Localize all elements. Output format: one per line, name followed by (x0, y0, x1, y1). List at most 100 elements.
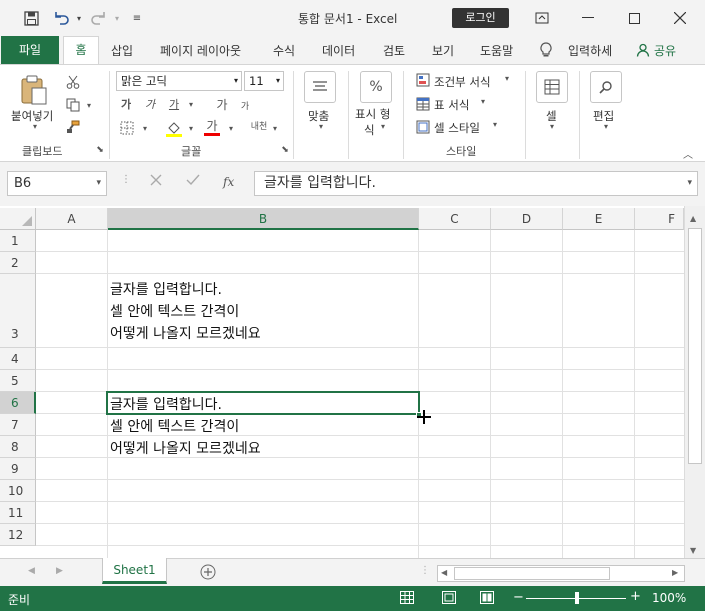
page-layout-view-icon[interactable] (442, 591, 456, 607)
insert-function-button[interactable]: fx (223, 175, 234, 189)
zoom-out-icon[interactable]: − (513, 590, 524, 605)
phonetic-guide-button[interactable]: 내천 (248, 117, 270, 133)
row-header-12[interactable]: 12 (0, 524, 36, 546)
column-header-a[interactable]: A (36, 208, 108, 230)
undo-icon[interactable] (52, 9, 70, 27)
collapse-ribbon-icon[interactable]: ︿ (682, 147, 694, 161)
row-header-5[interactable]: 5 (0, 370, 36, 392)
redo-icon[interactable] (90, 9, 108, 27)
formula-input[interactable]: 글자를 입력합니다. ▾ (254, 171, 698, 196)
paste-icon[interactable] (18, 73, 50, 107)
font-launcher-icon[interactable]: ⬊ (280, 145, 290, 155)
normal-view-icon[interactable] (400, 591, 414, 607)
clipboard-launcher-icon[interactable]: ⬊ (95, 145, 105, 155)
copy-icon[interactable] (64, 96, 82, 114)
alignment-icon[interactable] (304, 71, 336, 103)
worksheet-grid[interactable]: A B C D E F 1 2 3 4 5 6 7 8 9 10 11 12 글… (0, 206, 705, 558)
row-header-11[interactable]: 11 (0, 502, 36, 524)
redo-dropdown-icon[interactable]: ▾ (108, 9, 126, 27)
copy-dropdown-icon[interactable]: ▾ (84, 96, 94, 114)
save-icon[interactable] (22, 9, 40, 27)
maximize-icon[interactable] (618, 6, 650, 30)
table-format-button[interactable]: 표 서식 (434, 97, 469, 113)
sheet-prev-icon[interactable]: ◀ (28, 566, 35, 576)
underline-dropdown-icon[interactable]: ▾ (186, 95, 196, 113)
paste-dropdown-icon[interactable]: ▾ (30, 122, 40, 131)
grow-font-button[interactable]: 가 (214, 95, 230, 113)
row-header-10[interactable]: 10 (0, 480, 36, 502)
column-header-c[interactable]: C (419, 208, 491, 230)
login-button[interactable]: 로그인 (452, 8, 509, 28)
underline-button[interactable]: 가 (166, 95, 182, 113)
name-box[interactable]: B6 ▾ (7, 171, 107, 196)
row-header-9[interactable]: 9 (0, 458, 36, 480)
horizontal-scroll-thumb[interactable] (454, 567, 610, 580)
number-format-icon[interactable]: % (360, 71, 392, 103)
close-icon[interactable] (664, 6, 696, 30)
row-header-4[interactable]: 4 (0, 348, 36, 370)
sheet-next-icon[interactable]: ▶ (56, 566, 63, 576)
scroll-right-icon[interactable]: ▶ (672, 568, 678, 577)
font-color-dropdown-icon[interactable]: ▾ (226, 119, 236, 137)
tab-insert[interactable]: 삽입 (111, 42, 133, 59)
row-header-6[interactable]: 6 (0, 392, 36, 414)
cells-icon[interactable] (536, 71, 568, 103)
zoom-in-icon[interactable]: + (630, 589, 641, 604)
tab-page-layout[interactable]: 페이지 레이아웃 (160, 42, 241, 59)
vertical-scrollbar[interactable]: ▲ ▼ (684, 206, 705, 558)
expand-formula-icon[interactable]: ▾ (687, 172, 692, 195)
cell-styles-dropdown-icon[interactable]: ▾ (490, 120, 500, 129)
table-format-icon[interactable] (414, 95, 432, 113)
tab-split-icon[interactable]: ⋮ (420, 565, 430, 576)
font-size-select[interactable]: 11 ▾ (244, 71, 284, 91)
select-all-corner[interactable] (0, 208, 36, 230)
conditional-format-icon[interactable] (414, 71, 432, 89)
alignment-dropdown-icon[interactable]: ▾ (316, 122, 326, 131)
italic-button[interactable]: 가 (142, 95, 158, 113)
tab-home[interactable]: 홈 (63, 36, 99, 65)
lightbulb-icon[interactable] (540, 42, 552, 61)
page-break-view-icon[interactable] (480, 591, 494, 607)
add-sheet-icon[interactable] (200, 564, 216, 583)
cells-dropdown-icon[interactable]: ▾ (547, 122, 557, 131)
ribbon-display-options-icon[interactable] (526, 6, 558, 30)
tell-me-input[interactable]: 입력하세 (568, 42, 612, 59)
fill-color-dropdown-icon[interactable]: ▾ (186, 119, 196, 137)
sheet-tab-sheet1[interactable]: Sheet1 (102, 558, 167, 584)
borders-icon[interactable] (118, 119, 136, 137)
cell-styles-button[interactable]: 셀 스타일 (434, 120, 480, 136)
row-header-1[interactable]: 1 (0, 230, 36, 252)
column-header-d[interactable]: D (491, 208, 563, 230)
number-format-button-line2[interactable]: 식 (364, 122, 375, 138)
zoom-slider-thumb[interactable] (575, 592, 579, 604)
phonetic-dropdown-icon[interactable]: ▾ (270, 119, 280, 137)
scroll-down-icon[interactable]: ▼ (690, 546, 696, 555)
customize-qat-icon[interactable]: ≡ (128, 9, 146, 27)
row-header-8[interactable]: 8 (0, 436, 36, 458)
tab-data[interactable]: 데이터 (322, 42, 355, 59)
tab-file[interactable]: 파일 (1, 36, 59, 64)
column-header-e[interactable]: E (563, 208, 635, 230)
minimize-icon[interactable] (572, 6, 604, 30)
editing-dropdown-icon[interactable]: ▾ (601, 122, 611, 131)
horizontal-scrollbar[interactable]: ◀ ▶ (437, 565, 685, 582)
row-header-7[interactable]: 7 (0, 414, 36, 436)
scroll-up-icon[interactable]: ▲ (690, 214, 696, 223)
format-painter-icon[interactable] (64, 118, 82, 136)
bold-button[interactable]: 가 (118, 95, 134, 113)
search-icon[interactable] (590, 71, 622, 103)
tab-review[interactable]: 검토 (383, 42, 405, 59)
row-header-2[interactable]: 2 (0, 252, 36, 274)
shrink-font-button[interactable]: 가 (238, 97, 252, 113)
tab-formulas[interactable]: 수식 (273, 42, 295, 59)
cell-styles-icon[interactable] (414, 118, 432, 136)
number-format-dropdown-icon[interactable]: ▾ (378, 122, 388, 131)
row-header-3[interactable]: 3 (0, 274, 36, 348)
vertical-scroll-thumb[interactable] (688, 228, 702, 464)
cancel-icon[interactable] (150, 174, 162, 189)
tab-help[interactable]: 도움말 (480, 42, 513, 59)
scroll-left-icon[interactable]: ◀ (441, 568, 447, 577)
cut-icon[interactable] (64, 73, 82, 91)
borders-dropdown-icon[interactable]: ▾ (140, 119, 150, 137)
cell-b8[interactable]: 어떻게 나올지 모르겠네요 (110, 438, 261, 458)
